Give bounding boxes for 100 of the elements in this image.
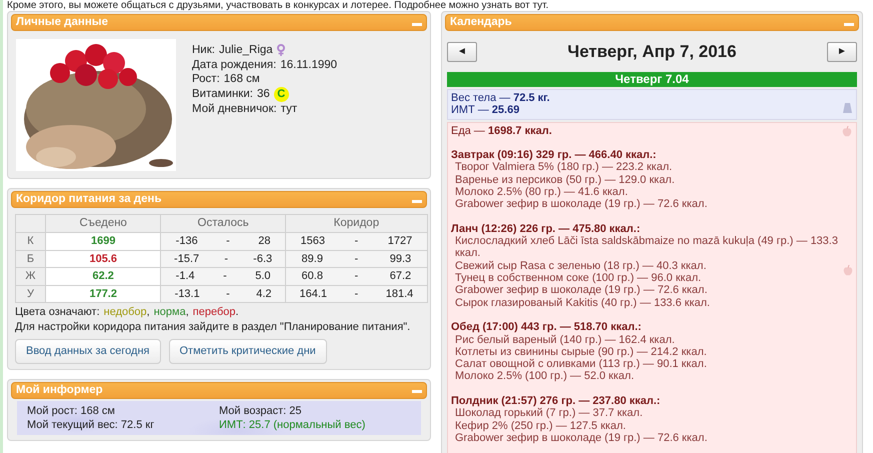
table-cell-text: 28 xyxy=(258,234,271,250)
food-total: Еда — 1698.7 ккал. xyxy=(451,124,553,137)
apple-icon xyxy=(842,126,852,136)
meal-item: Grabower зефир в шоколаде (19 гр.) — 72.6 ккал. xyxy=(454,198,708,211)
informer-text: Мой рост: 168 см xyxy=(27,404,116,418)
weight-text: ИМТ — 25.69 xyxy=(451,104,520,116)
field-value: 36 xyxy=(256,86,270,102)
field-value: 168 см xyxy=(224,72,260,86)
meal-item: Салат овощной с оливками (113 гр.) — 90.1 ккал. xyxy=(454,358,708,370)
table-cell-text: 1727 xyxy=(388,234,412,250)
meal-item: Котлеты из свинины сырые (90 гр.) — 214.2 ккал. xyxy=(454,346,708,358)
female-icon xyxy=(276,44,285,56)
table-cell: Ж xyxy=(16,268,46,286)
legend-item: норма xyxy=(154,305,186,320)
panel-title: Календарь xyxy=(450,14,512,30)
table-cell-text: -1.4 xyxy=(176,269,195,284)
column-header: Съедено xyxy=(46,214,161,233)
action-button[interactable]: Отметить критические дни xyxy=(168,339,327,364)
meal-title: Полдник (21:57) 276 гр. — 237.80 ккал.: xyxy=(451,395,662,408)
table-cell: У xyxy=(16,285,46,303)
table-cell: Б xyxy=(16,250,46,268)
range-dash: - xyxy=(226,286,230,302)
table-cell-text: 99.3 xyxy=(390,252,412,267)
table-cell-text: -15.7 xyxy=(174,252,200,267)
meal-item: Молоко 2.5% (80 гр.) — 41.6 ккал. xyxy=(454,186,629,198)
table-cell-text: 181.4 xyxy=(386,286,414,302)
field-value: Julie_Riga xyxy=(218,43,273,58)
table-cell: 1699 xyxy=(46,232,161,250)
meal-item: Grabower зефир в шоколаде (19 гр.) — 72.6 ккал. xyxy=(454,284,708,297)
field-value: тут xyxy=(280,102,298,116)
field-label: Мой дневничок: xyxy=(192,102,277,116)
range-dash: - xyxy=(226,234,230,250)
meal-item: Варенье из персиков (50 гр.) — 129.0 ккал. xyxy=(454,174,676,186)
table-cell-text: 60.8 xyxy=(302,269,323,284)
table-cell-text: 4.2 xyxy=(256,286,272,302)
calendar-date: Четверг, Апр 7, 2016 xyxy=(568,41,736,63)
table-cell-text: -136 xyxy=(176,234,198,250)
weight-text: Вес тела — 72.5 кг. xyxy=(451,92,551,104)
table-cell-text: 89.9 xyxy=(302,252,323,267)
details-link[interactable]: Подробнее можно узнать вот тут. xyxy=(394,0,549,11)
legend-item: перебор xyxy=(192,305,236,320)
table-cell: 105.6 xyxy=(46,250,161,268)
meal-item: Свежий сыр Rasa с зеленью (18 гр.) — 40.3 ккал. xyxy=(454,260,708,272)
note-text: Для настройки коридора питания зайдите в раздел "Планирование питания". xyxy=(14,320,412,336)
meal-item: Сырок глазированый Kakitis (40 гр.) — 133.6 ккал. xyxy=(454,296,711,309)
field-label: Рост: xyxy=(192,72,220,86)
table-cell-text: 67.2 xyxy=(390,269,412,284)
collapse-icon[interactable] xyxy=(412,390,422,394)
table-cell-text: -6.3 xyxy=(253,252,272,267)
meal-item: Молоко 2.5% (100 гр.) — 52.0 ккал. xyxy=(454,370,636,383)
intro-text: Кроме этого, вы можете общаться с друзьями, участвовать в конкурсах и лотерее. xyxy=(7,0,392,11)
panel-title: Личные данные xyxy=(16,14,108,30)
table-cell-text: 1563 xyxy=(300,234,326,250)
previous-button[interactable]: ◄ xyxy=(447,42,477,62)
legend-punctuation: . xyxy=(236,305,239,320)
field-label: Дата рождения: xyxy=(192,58,276,72)
next-button[interactable]: ► xyxy=(826,42,857,62)
range-dash: - xyxy=(354,269,358,284)
legend-punctuation: , xyxy=(186,305,189,320)
informer-text: ИМТ: 25.7 (нормальный вес) xyxy=(219,418,366,432)
field-label: Ник: xyxy=(192,43,215,58)
meal-item: Кефир 2% (250 гр.) — 127.5 ккал. xyxy=(454,420,627,432)
meal-title: Ланч (12:26) 226 гр. — 475.80 ккал.: xyxy=(451,222,642,236)
field-value: 16.11.1990 xyxy=(280,58,338,72)
action-button[interactable]: Ввод данных за сегодня xyxy=(15,339,160,364)
meal-title: Обед (17:00) 443 гр. — 518.70 ккал.: xyxy=(451,321,642,334)
table-cell-text: 164.1 xyxy=(300,286,328,302)
field-label: Витаминки: xyxy=(192,86,253,102)
collapse-icon[interactable] xyxy=(844,22,854,26)
day-header: Четверг 7.04 xyxy=(447,72,857,86)
collapse-icon[interactable] xyxy=(412,22,422,26)
range-dash: - xyxy=(354,234,358,250)
informer-text: Мой возраст: 25 xyxy=(219,404,302,418)
collapse-icon[interactable] xyxy=(412,200,422,202)
vitamin-badge: C xyxy=(274,86,289,102)
informer-text: Мой текущий вес: 72.5 кг xyxy=(27,418,156,432)
meal-item: Творог Valmiera 5% (180 гр.) — 223.2 ккал. xyxy=(454,161,674,174)
panel-title: Мой информер xyxy=(16,382,103,398)
column-header: Коридор xyxy=(285,214,428,233)
range-dash: - xyxy=(354,286,358,302)
meal-item: Шоколад горький (7 гр.) — 37.7 ккал. xyxy=(454,407,644,420)
meal-item: Grabower зефир в шоколаде (19 гр.) — 72.6 ккал. xyxy=(454,432,708,444)
table-cell-text: 5.0 xyxy=(255,269,271,284)
table-cell: К xyxy=(16,232,46,250)
table-cell: 62.2 xyxy=(46,268,161,286)
range-dash: - xyxy=(224,252,228,267)
legend-label: Цвета означают: xyxy=(15,305,100,320)
range-dash: - xyxy=(223,269,227,284)
scale-icon xyxy=(843,102,852,112)
range-dash: - xyxy=(354,252,358,267)
column-header: Осталось xyxy=(160,214,286,233)
meal-item: Кислосладкий хлеб Lāči īsta saldskābmaize no mazā kukuļa (49 гр.) — 133.3 ккал. xyxy=(454,235,838,260)
meal-item: Тунец в собственном соке (100 гр.) — 96.0 ккал. xyxy=(454,272,702,284)
legend-item: недобор xyxy=(104,305,147,320)
meal-item: Рис белый вареный (140 гр.) — 162.4 ккал. xyxy=(454,334,676,346)
meal-title: Завтрак (09:16) 329 гр. — 466.40 ккал.: xyxy=(451,149,658,162)
table-cell: 177.2 xyxy=(46,285,161,303)
table-cell-text: -13.1 xyxy=(174,286,200,302)
panel-title: Коридор питания за день xyxy=(16,192,162,207)
legend-punctuation: , xyxy=(146,305,150,320)
